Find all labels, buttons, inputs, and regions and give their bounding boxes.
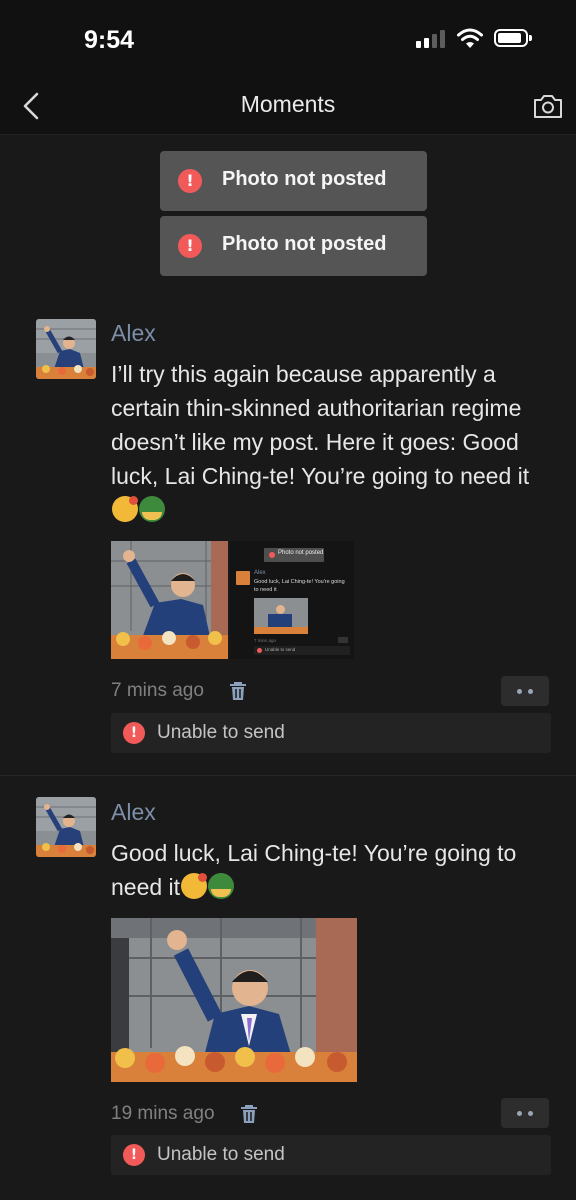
embedded-screenshot[interactable]: Photo not posted Alex Good luck, Lai Chi…	[230, 541, 354, 659]
military-helmet-emoji	[208, 873, 235, 899]
toast-message: Photo not posted	[222, 168, 387, 190]
post-text: Good luck, Lai Ching-te! You’re going to…	[111, 840, 517, 900]
error-icon	[269, 552, 275, 558]
send-failed-banner[interactable]: Unable to send	[111, 713, 551, 753]
military-helmet-emoji	[139, 496, 165, 522]
battery-icon	[494, 29, 532, 47]
send-failed-text: Unable to send	[157, 722, 285, 743]
toast-message: Photo not posted	[222, 233, 387, 255]
error-icon	[123, 722, 145, 744]
photo-not-posted-toast: Photo not posted	[160, 216, 427, 276]
post-time: 7 mins ago	[111, 680, 204, 701]
embedded-text: Good luck, Lai Ching-te! You're going to…	[254, 579, 345, 593]
avatar[interactable]	[36, 319, 96, 379]
camera-icon[interactable]	[532, 92, 564, 120]
shushing-face-emoji	[112, 496, 138, 522]
post-time: 19 mins ago	[111, 1103, 215, 1124]
nav-bar: Moments	[0, 78, 576, 135]
shushing-face-emoji	[181, 873, 208, 899]
avatar[interactable]	[36, 797, 96, 857]
post-divider	[0, 775, 576, 776]
photo-not-posted-toast: Photo not posted	[160, 151, 427, 211]
embedded-author: Alex	[254, 570, 266, 576]
more-options-button[interactable]	[501, 1098, 549, 1128]
post-author[interactable]: Alex	[111, 320, 156, 347]
more-options-button[interactable]	[501, 676, 549, 706]
error-icon	[123, 1144, 145, 1166]
post-text: I’ll try this again because apparently a…	[111, 357, 551, 527]
status-time: 9:54	[84, 26, 135, 54]
status-bar: 9:54	[0, 0, 576, 78]
embedded-time: 7 mins ago	[254, 638, 277, 643]
post-author[interactable]: Alex	[111, 799, 156, 826]
send-failed-banner[interactable]: Unable to send	[111, 1135, 551, 1175]
embedded-more	[338, 637, 348, 643]
avatar	[236, 571, 250, 585]
page-title: Moments	[240, 91, 336, 117]
error-icon	[178, 169, 202, 193]
cellular-signal-icon	[416, 30, 445, 48]
error-icon	[257, 648, 262, 653]
wifi-icon	[457, 28, 483, 48]
error-icon	[178, 234, 202, 258]
trash-icon[interactable]	[229, 681, 247, 701]
post-photo[interactable]	[111, 918, 357, 1082]
trash-icon[interactable]	[240, 1104, 258, 1124]
post-photo[interactable]	[111, 541, 228, 659]
send-failed-text: Unable to send	[157, 1144, 285, 1165]
embedded-toast-text: Photo not posted	[278, 550, 324, 556]
embedded-photo	[254, 598, 308, 634]
embedded-fail-text: Unable to send	[265, 647, 296, 652]
embedded-toast: Photo not posted	[264, 548, 324, 562]
embedded-fail: Unable to send	[254, 646, 350, 655]
